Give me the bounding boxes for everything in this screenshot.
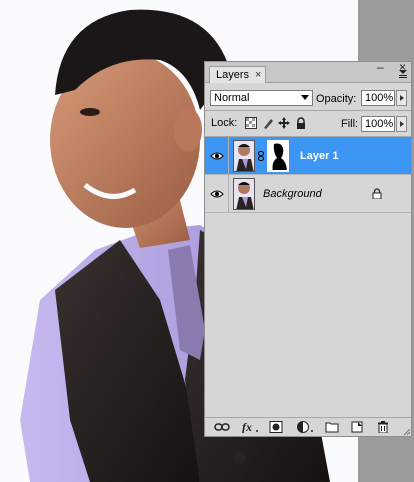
minimize-button[interactable]: – (377, 60, 384, 74)
layer-name[interactable]: Layer 1 (300, 149, 339, 163)
layer-row-background[interactable]: Background (205, 175, 411, 213)
add-mask-icon[interactable] (269, 421, 285, 433)
divider (205, 110, 411, 111)
lock-icon (372, 188, 382, 199)
lock-position-icon[interactable] (278, 117, 290, 129)
panel-bottom-toolbar: fx (205, 417, 411, 436)
visibility-toggle[interactable] (205, 137, 229, 174)
blend-mode-select[interactable]: Normal (210, 90, 313, 106)
adjustment-layer-icon[interactable] (297, 421, 315, 433)
layer-thumbnail-image (234, 179, 254, 209)
fill-slider-button[interactable] (396, 116, 407, 132)
lock-all-icon[interactable] (295, 117, 307, 129)
lock-image-pixels-icon[interactable] (262, 117, 274, 129)
fill-input[interactable]: 100% (361, 116, 395, 132)
layer-thumbnail-image (234, 141, 254, 171)
panel-titlebar[interactable]: Layers × – × (205, 60, 411, 83)
opacity-slider-button[interactable] (396, 90, 407, 106)
lock-transparent-pixels-icon[interactable] (245, 117, 257, 129)
layer-thumbnail[interactable] (233, 140, 255, 172)
new-group-icon[interactable] (325, 421, 339, 433)
fx-icon[interactable]: fx (242, 421, 260, 433)
tab-layers-label: Layers (216, 69, 250, 81)
mask-link-icon[interactable] (258, 151, 264, 161)
chevron-down-icon (301, 95, 309, 100)
visibility-toggle[interactable] (205, 175, 229, 212)
opacity-input[interactable]: 100% (361, 90, 395, 106)
fill-label: Fill: (341, 118, 359, 130)
new-layer-icon[interactable] (351, 421, 363, 433)
tab-close-icon[interactable]: × (255, 67, 261, 83)
layer-thumbnail[interactable] (233, 178, 255, 210)
trash-icon[interactable] (377, 421, 389, 433)
layers-panel: Layers × – × Normal Opacity: 100% Lock: … (204, 60, 412, 437)
resize-grip-icon[interactable] (404, 429, 410, 435)
layer-mask-thumbnail[interactable] (267, 140, 289, 172)
blend-mode-value: Normal (214, 92, 250, 104)
lock-label: Lock: (211, 117, 238, 129)
eye-icon (209, 190, 224, 197)
layer-name[interactable]: Background (263, 187, 322, 201)
mask-thumbnail-image (269, 142, 287, 170)
eye-icon (209, 152, 224, 159)
panel-menu-icon[interactable] (398, 68, 408, 78)
tab-layers[interactable]: Layers × (209, 66, 267, 83)
opacity-label: Opacity: (316, 93, 357, 105)
svg-text:fx: fx (242, 421, 252, 433)
link-layers-icon[interactable] (214, 421, 230, 433)
layer-row-layer-1[interactable]: Layer 1 (205, 137, 411, 175)
